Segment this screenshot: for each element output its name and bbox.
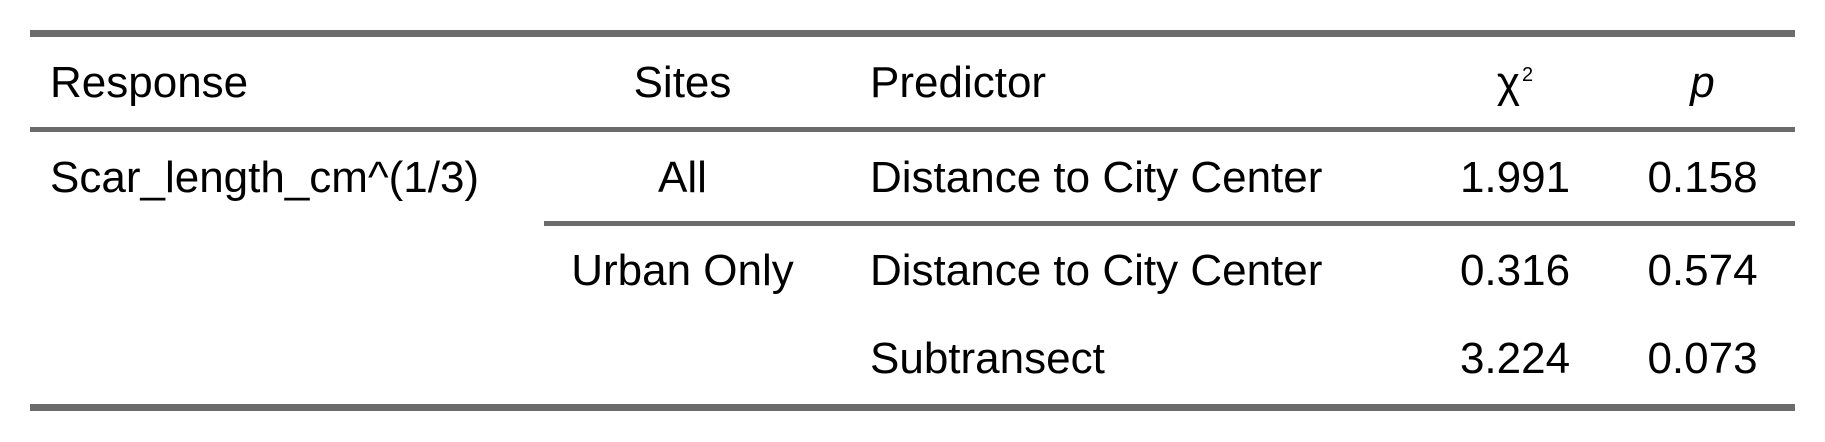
table-bottom-rule [30,404,1795,411]
row-1-sites: All [658,153,707,202]
row-1-p-value: 0.158 [1647,153,1758,202]
row-3-predictor: Subtransect [870,334,1105,383]
group-separator-rule [544,221,1795,226]
row-3-chi-square: 3.224 [1459,334,1571,383]
header-chi-symbol: χ [1496,58,1520,107]
header-bottom-rule [30,127,1795,132]
row-1-response: Scar_length_cm^(1/3) [50,153,480,202]
row-1-predictor: Distance to City Center [870,153,1323,202]
header-p-value: p [1690,58,1715,107]
header-chi-superscript: 2 [1521,64,1534,87]
row-2-predictor: Distance to City Center [870,246,1323,295]
row-2-p-value: 0.574 [1647,246,1758,295]
row-2-chi-square: 0.316 [1459,246,1571,295]
results-table: Response Sites Predictor χ2 p Scar_lengt… [30,30,1795,412]
table-top-rule [30,30,1795,37]
header-response: Response [50,58,249,107]
header-chi-square: χ2 [1430,58,1600,108]
row-1-chi-square: 1.991 [1459,153,1571,202]
header-sites: Sites [633,58,732,107]
header-predictor: Predictor [870,58,1047,107]
row-3-p-value: 0.073 [1647,334,1758,383]
row-2-sites: Urban Only [571,246,794,295]
